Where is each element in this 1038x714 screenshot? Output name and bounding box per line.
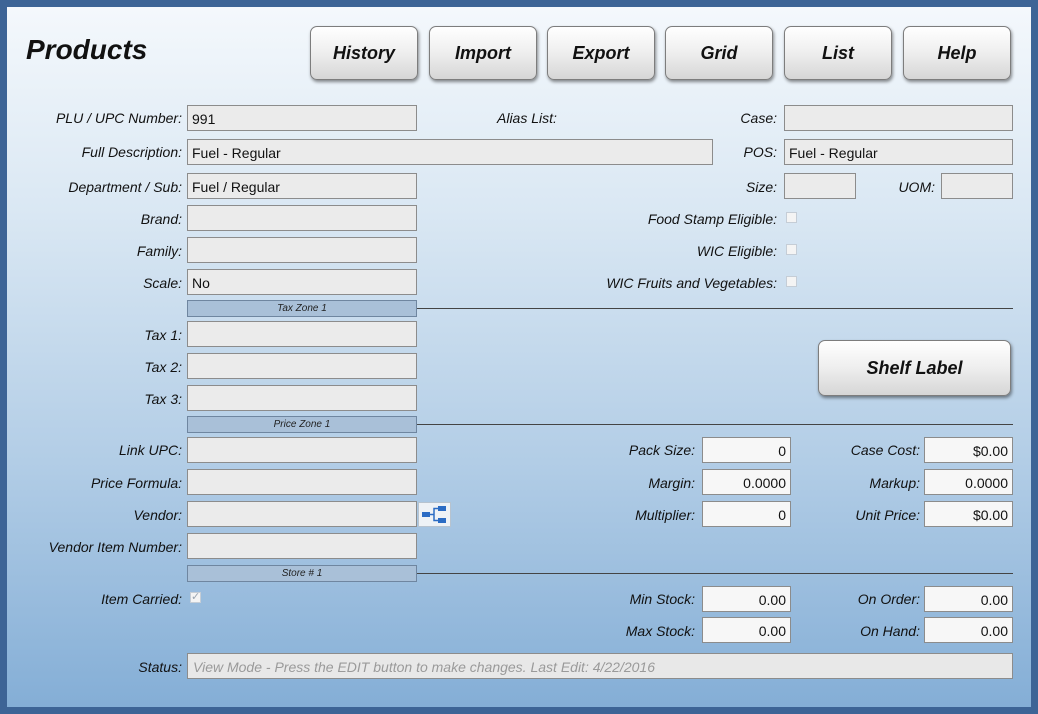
status-field: View Mode - Press the EDIT button to mak…: [187, 653, 1013, 679]
tax3-field[interactable]: [187, 385, 417, 411]
plu-field[interactable]: 991: [187, 105, 417, 131]
vendor-label: Vendor:: [133, 507, 182, 523]
link-upc-label: Link UPC:: [118, 442, 182, 458]
size-field[interactable]: [784, 173, 856, 199]
store-divider: [417, 573, 1013, 574]
history-button[interactable]: History: [310, 26, 418, 80]
wic-fruits-vegetables-label: WIC Fruits and Vegetables:: [606, 275, 777, 291]
grid-button[interactable]: Grid: [665, 26, 773, 80]
brand-label: Brand:: [140, 211, 182, 227]
pos-field[interactable]: Fuel - Regular: [784, 139, 1013, 165]
vendor-item-number-label: Vendor Item Number:: [48, 539, 182, 555]
margin-label: Margin:: [648, 475, 695, 491]
pos-label: POS:: [743, 144, 777, 160]
price-zone-header: Price Zone 1: [187, 416, 417, 433]
export-button[interactable]: Export: [547, 26, 655, 80]
unit-price-label: Unit Price:: [855, 507, 920, 523]
pack-size-label: Pack Size:: [628, 442, 695, 458]
vendor-field[interactable]: [187, 501, 417, 527]
full-description-label: Full Description:: [81, 144, 182, 160]
case-label: Case:: [740, 110, 777, 126]
case-cost-label: Case Cost:: [850, 442, 920, 458]
full-description-field[interactable]: Fuel - Regular: [187, 139, 713, 165]
tax-zone-divider: [417, 308, 1013, 309]
food-stamp-checkbox[interactable]: [786, 212, 797, 223]
alias-list-label: Alias List:: [497, 110, 557, 126]
unit-price-field[interactable]: $0.00: [924, 501, 1013, 527]
vendor-item-number-field[interactable]: [187, 533, 417, 559]
item-carried-checkbox[interactable]: [190, 590, 201, 603]
vendor-lookup-icon[interactable]: [418, 502, 451, 527]
on-order-field[interactable]: 0.00: [924, 586, 1013, 612]
on-hand-label: On Hand:: [860, 623, 920, 639]
scale-field[interactable]: No: [187, 269, 417, 295]
tax3-label: Tax 3:: [144, 391, 182, 407]
plu-label: PLU / UPC Number:: [55, 110, 182, 126]
max-stock-field[interactable]: 0.00: [702, 617, 791, 643]
store-header: Store # 1: [187, 565, 417, 582]
markup-field[interactable]: 0.0000: [924, 469, 1013, 495]
on-order-label: On Order:: [857, 591, 920, 607]
min-stock-label: Min Stock:: [629, 591, 695, 607]
help-button[interactable]: Help: [903, 26, 1011, 80]
wic-fruits-vegetables-checkbox[interactable]: [786, 276, 797, 287]
link-upc-field[interactable]: [187, 437, 417, 463]
on-hand-field[interactable]: 0.00: [924, 617, 1013, 643]
tax-zone-header: Tax Zone 1: [187, 300, 417, 317]
shelf-label-button[interactable]: Shelf Label: [818, 340, 1011, 396]
tax2-label: Tax 2:: [144, 359, 182, 375]
price-formula-field[interactable]: [187, 469, 417, 495]
brand-field[interactable]: [187, 205, 417, 231]
item-carried-label: Item Carried:: [101, 591, 182, 607]
tax1-label: Tax 1:: [144, 327, 182, 343]
price-zone-divider: [417, 424, 1013, 425]
scale-label: Scale:: [143, 275, 182, 291]
family-field[interactable]: [187, 237, 417, 263]
size-label: Size:: [745, 179, 777, 195]
page-title: Products: [26, 34, 148, 65]
status-label: Status:: [138, 659, 182, 675]
uom-field[interactable]: [941, 173, 1013, 199]
pack-size-field[interactable]: 0: [702, 437, 791, 463]
max-stock-label: Max Stock:: [625, 623, 695, 639]
wic-checkbox[interactable]: [786, 244, 797, 255]
tax2-field[interactable]: [187, 353, 417, 379]
department-label: Department / Sub:: [68, 179, 182, 195]
family-label: Family:: [136, 243, 182, 259]
uom-label: UOM:: [898, 179, 935, 195]
food-stamp-label: Food Stamp Eligible:: [647, 211, 777, 227]
margin-field[interactable]: 0.0000: [702, 469, 791, 495]
import-button[interactable]: Import: [429, 26, 537, 80]
department-field[interactable]: Fuel / Regular: [187, 173, 417, 199]
multiplier-label: Multiplier:: [635, 507, 695, 523]
markup-label: Markup:: [869, 475, 920, 491]
wic-label: WIC Eligible:: [696, 243, 777, 259]
tax1-field[interactable]: [187, 321, 417, 347]
min-stock-field[interactable]: 0.00: [702, 586, 791, 612]
case-cost-field[interactable]: $0.00: [924, 437, 1013, 463]
multiplier-field[interactable]: 0: [702, 501, 791, 527]
price-formula-label: Price Formula:: [90, 475, 182, 491]
case-field[interactable]: [784, 105, 1013, 131]
list-button[interactable]: List: [784, 26, 892, 80]
